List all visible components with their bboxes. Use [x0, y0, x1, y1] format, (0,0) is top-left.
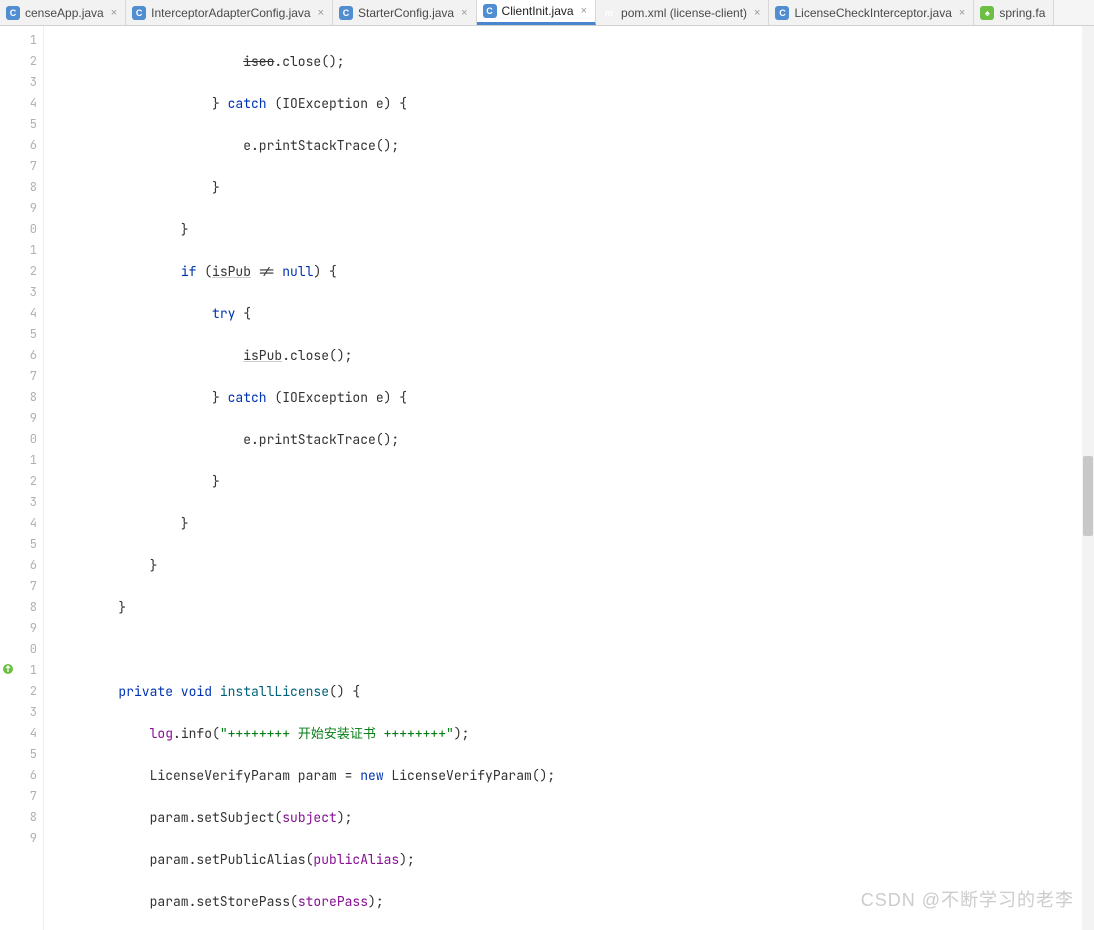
line-number: 1	[0, 660, 43, 681]
line-number: 4	[0, 723, 43, 744]
line-number: 5	[0, 324, 43, 345]
code-line: log.info("++++++++ 开始安装证书 ++++++++");	[44, 723, 1094, 744]
line-number: 3	[0, 702, 43, 723]
code-line: e.printStackTrace();	[44, 429, 1094, 450]
line-number: 8	[0, 387, 43, 408]
line-number: 0	[0, 219, 43, 240]
java-class-icon: C	[339, 6, 353, 20]
tab-label: censeApp.java	[25, 6, 104, 20]
close-icon[interactable]: ×	[111, 7, 117, 19]
line-number: 0	[0, 639, 43, 660]
close-icon[interactable]: ×	[318, 7, 324, 19]
java-class-icon: C	[483, 4, 497, 18]
line-number: 9	[0, 408, 43, 429]
line-number: 1	[0, 450, 43, 471]
line-number: 2	[0, 261, 43, 282]
tab-label: spring.fa	[999, 6, 1045, 20]
code-line: }	[44, 597, 1094, 618]
code-line: e.printStackTrace();	[44, 135, 1094, 156]
line-number: 4	[0, 513, 43, 534]
line-number: 0	[0, 429, 43, 450]
code-editor[interactable]: iseo.close(); } catch (IOException e) { …	[44, 26, 1094, 930]
code-line: }	[44, 513, 1094, 534]
line-number: 4	[0, 93, 43, 114]
code-line	[44, 639, 1094, 660]
line-number: 7	[0, 576, 43, 597]
vertical-scrollbar[interactable]	[1082, 26, 1094, 930]
line-number: 8	[0, 807, 43, 828]
tab-interceptor-adapter-config[interactable]: C InterceptorAdapterConfig.java ×	[126, 0, 333, 25]
line-number: 8	[0, 177, 43, 198]
tab-censeapp[interactable]: CcenseApp.java ×	[0, 0, 126, 25]
tab-client-init[interactable]: C ClientInit.java ×	[477, 0, 596, 25]
code-line: } catch (IOException e) {	[44, 93, 1094, 114]
line-number: 5	[0, 114, 43, 135]
code-line: }	[44, 177, 1094, 198]
close-icon[interactable]: ×	[581, 5, 587, 17]
tab-label: ClientInit.java	[502, 4, 574, 18]
line-number: 2	[0, 51, 43, 72]
line-number: 4	[0, 303, 43, 324]
line-number: 8	[0, 597, 43, 618]
override-icon[interactable]	[2, 663, 14, 675]
editor-tabs: CcenseApp.java × C InterceptorAdapterConfi…	[0, 0, 1094, 26]
line-number: 3	[0, 492, 43, 513]
line-number: 6	[0, 345, 43, 366]
code-line: isPub.close();	[44, 345, 1094, 366]
line-number: 3	[0, 282, 43, 303]
line-number: 2	[0, 681, 43, 702]
line-number: 7	[0, 786, 43, 807]
line-number: 7	[0, 156, 43, 177]
tab-label: StarterConfig.java	[358, 6, 454, 20]
code-line: LicenseVerifyParam param = new LicenseVe…	[44, 765, 1094, 786]
maven-icon: m	[602, 6, 616, 20]
line-number: 3	[0, 72, 43, 93]
line-number: 2	[0, 471, 43, 492]
java-class-icon: C	[6, 6, 20, 20]
code-line: try {	[44, 303, 1094, 324]
tab-spring-factories[interactable]: ♠ spring.fa	[974, 0, 1054, 25]
line-number: 6	[0, 765, 43, 786]
tab-pom-xml[interactable]: m pom.xml (license-client) ×	[596, 0, 769, 25]
close-icon[interactable]: ×	[959, 7, 965, 19]
line-number: 1	[0, 30, 43, 51]
tab-license-check-interceptor[interactable]: C LicenseCheckInterceptor.java ×	[769, 0, 974, 25]
tab-label: LicenseCheckInterceptor.java	[794, 6, 951, 20]
tab-label: pom.xml (license-client)	[621, 6, 747, 20]
code-line: param.setStorePass(storePass);	[44, 891, 1094, 912]
close-icon[interactable]: ×	[461, 7, 467, 19]
code-line: }	[44, 219, 1094, 240]
code-line: param.setPublicAlias(publicAlias);	[44, 849, 1094, 870]
line-number: 1	[0, 240, 43, 261]
line-number: 6	[0, 555, 43, 576]
tab-starter-config[interactable]: C StarterConfig.java ×	[333, 0, 476, 25]
code-line: }	[44, 555, 1094, 576]
code-line: private void installLicense() {	[44, 681, 1094, 702]
line-number: 9	[0, 198, 43, 219]
editor-area: 1 2 3 4 5 6 7 8 9 0 1 2 3 4 5 6 7 8 9 0 …	[0, 26, 1094, 930]
close-icon[interactable]: ×	[754, 7, 760, 19]
java-class-icon: C	[132, 6, 146, 20]
line-number: 5	[0, 534, 43, 555]
code-line: param.setSubject(subject);	[44, 807, 1094, 828]
java-class-icon: C	[775, 6, 789, 20]
line-number-gutter: 1 2 3 4 5 6 7 8 9 0 1 2 3 4 5 6 7 8 9 0 …	[0, 26, 44, 930]
line-number: 9	[0, 828, 43, 849]
code-line: } catch (IOException e) {	[44, 387, 1094, 408]
code-line: if (isPub != null) {	[44, 261, 1094, 282]
line-number: 5	[0, 744, 43, 765]
tab-label: InterceptorAdapterConfig.java	[151, 6, 310, 20]
code-line: }	[44, 471, 1094, 492]
spring-icon: ♠	[980, 6, 994, 20]
code-line: iseo.close();	[44, 51, 1094, 72]
line-number: 9	[0, 618, 43, 639]
scrollbar-thumb[interactable]	[1083, 456, 1093, 536]
line-number: 7	[0, 366, 43, 387]
line-number: 6	[0, 135, 43, 156]
